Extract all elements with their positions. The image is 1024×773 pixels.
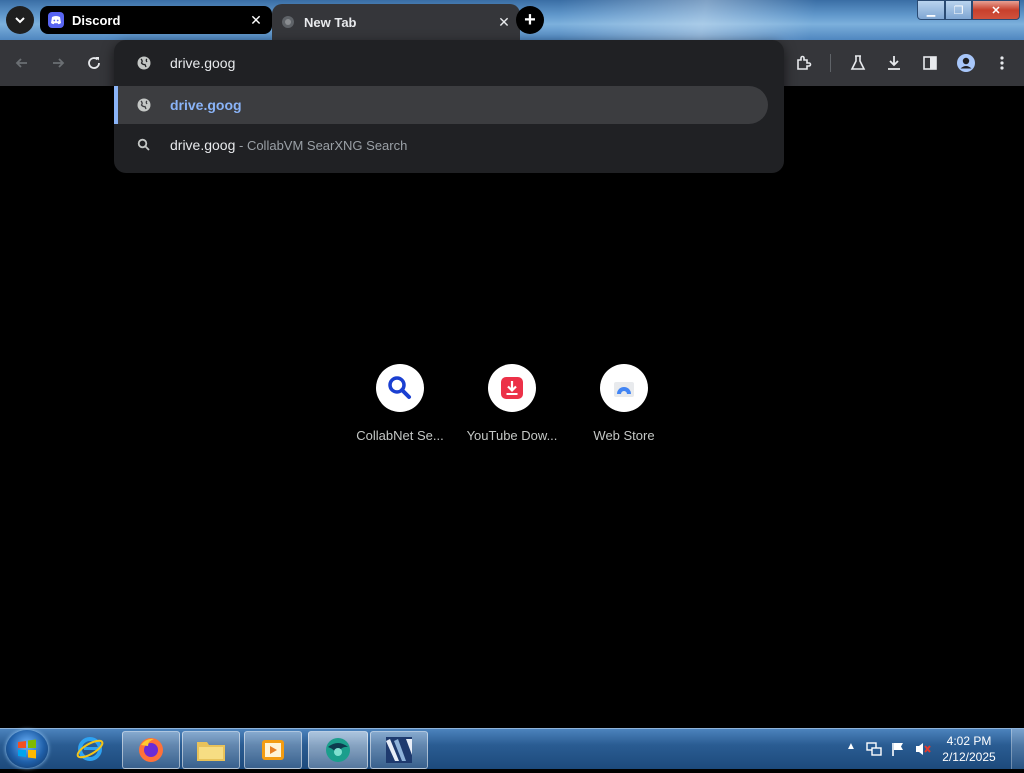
clock-date: 2/12/2025 — [942, 750, 996, 764]
search-icon — [136, 137, 152, 158]
tab-discord[interactable]: Discord ✕ — [40, 6, 272, 34]
show-desktop-button[interactable] — [1011, 729, 1024, 769]
taskbar-video-editor[interactable] — [370, 731, 428, 769]
action-center-flag-icon[interactable] — [890, 741, 906, 757]
puzzle-icon — [797, 55, 812, 70]
aero-glass-highlight — [560, 0, 920, 40]
download-icon — [888, 56, 900, 70]
side-panel-icon — [923, 56, 937, 70]
firefox-icon — [139, 738, 163, 762]
arrow-right-icon — [53, 58, 65, 68]
windows-logo-icon — [18, 739, 36, 759]
selection-indicator — [114, 86, 118, 124]
media-player-icon — [262, 740, 284, 760]
suggestion-search[interactable]: drive.goog - CollabVM SearXNG Search — [114, 126, 768, 164]
shortcut-label: CollabNet Se... — [356, 428, 444, 443]
close-tab-icon[interactable]: ✕ — [248, 12, 264, 28]
maximize-button[interactable]: ❐ — [945, 0, 972, 20]
close-tab-icon[interactable]: ✕ — [496, 14, 512, 30]
suggestion-url[interactable]: drive.goog — [114, 86, 768, 124]
window-controls: ▁ ❐ ✕ — [917, 0, 1020, 20]
shortcut-tile — [376, 364, 424, 412]
new-tab-button[interactable]: + — [516, 6, 544, 34]
shortcut-tile — [600, 364, 648, 412]
close-icon: ✕ — [991, 4, 1001, 17]
extensions-button[interactable] — [792, 51, 816, 75]
shortcut-collabnet[interactable]: CollabNet Se... — [344, 364, 456, 443]
shortcut-web-store[interactable]: Web Store — [568, 364, 680, 443]
omnibox-popup: drive.goog drive.goog drive.goog - Colla… — [114, 40, 784, 173]
show-hidden-icons-icon[interactable]: ▲ — [846, 741, 856, 752]
start-button[interactable] — [6, 730, 48, 768]
taskbar-browser-app[interactable] — [308, 731, 368, 769]
system-clock[interactable]: 4:02 PM 2/12/2025 — [934, 733, 1004, 765]
avatar-icon — [957, 54, 975, 72]
plus-icon: + — [524, 8, 536, 31]
tab-search-button[interactable] — [6, 6, 34, 34]
arrow-left-icon — [15, 58, 27, 68]
suggestion-description: - CollabVM SearXNG Search — [235, 138, 408, 153]
reload-icon — [88, 57, 100, 69]
toolbar-divider — [830, 54, 831, 72]
shortcut-tile — [488, 364, 536, 412]
taskbar-file-explorer[interactable] — [182, 731, 240, 769]
browser-app-icon — [326, 738, 350, 762]
suggestion-text: drive.goog - CollabVM SearXNG Search — [170, 137, 407, 153]
clock-time: 4:02 PM — [946, 734, 992, 748]
internet-explorer-icon — [76, 737, 104, 761]
address-bar[interactable]: drive.goog — [114, 40, 784, 86]
menu-button[interactable] — [990, 51, 1014, 75]
video-editor-icon — [386, 737, 412, 763]
minimize-icon: ▁ — [926, 4, 936, 17]
back-button[interactable] — [10, 51, 34, 75]
side-panel-button[interactable] — [918, 51, 942, 75]
more-vertical-icon — [1000, 56, 1004, 70]
downloads-button[interactable] — [882, 51, 906, 75]
chevron-down-icon — [15, 17, 25, 24]
suggestion-query: drive.goog — [170, 137, 236, 153]
reload-button[interactable] — [82, 51, 106, 75]
webstore-icon — [614, 382, 634, 397]
suggestion-text: drive.goog — [170, 97, 242, 113]
forward-button[interactable] — [46, 51, 70, 75]
download-icon — [501, 377, 523, 399]
labs-button[interactable] — [846, 51, 870, 75]
restore-icon: ❐ — [953, 4, 964, 17]
folder-icon — [197, 742, 225, 761]
tab-strip: Discord ✕ New Tab ✕ + ▁ ❐ ✕ — [0, 0, 1024, 40]
discord-icon — [48, 12, 64, 28]
network-icon[interactable] — [866, 741, 882, 757]
tab-title: New Tab — [304, 14, 357, 30]
profile-button[interactable] — [954, 51, 978, 75]
tab-new-tab[interactable]: New Tab ✕ — [272, 4, 520, 40]
flask-icon — [850, 55, 866, 70]
magnifier-icon — [388, 376, 411, 399]
shortcut-label: Web Store — [593, 428, 655, 443]
minimize-button[interactable]: ▁ — [917, 0, 945, 20]
taskbar-internet-explorer[interactable] — [62, 731, 118, 767]
address-input[interactable]: drive.goog — [170, 55, 235, 71]
taskbar-media-player[interactable] — [244, 731, 302, 769]
globe-icon — [136, 55, 152, 76]
globe-icon — [136, 97, 152, 118]
volume-muted-icon[interactable] — [914, 741, 932, 757]
globe-icon — [280, 14, 296, 30]
taskbar-firefox[interactable] — [122, 731, 180, 769]
close-window-button[interactable]: ✕ — [972, 0, 1020, 20]
taskbar: ▲ 4:02 PM 2/12/2025 — [0, 728, 1024, 769]
tab-title: Discord — [72, 12, 121, 28]
shortcut-youtube-downloader[interactable]: YouTube Dow... — [456, 364, 568, 443]
shortcut-label: YouTube Dow... — [466, 428, 558, 443]
